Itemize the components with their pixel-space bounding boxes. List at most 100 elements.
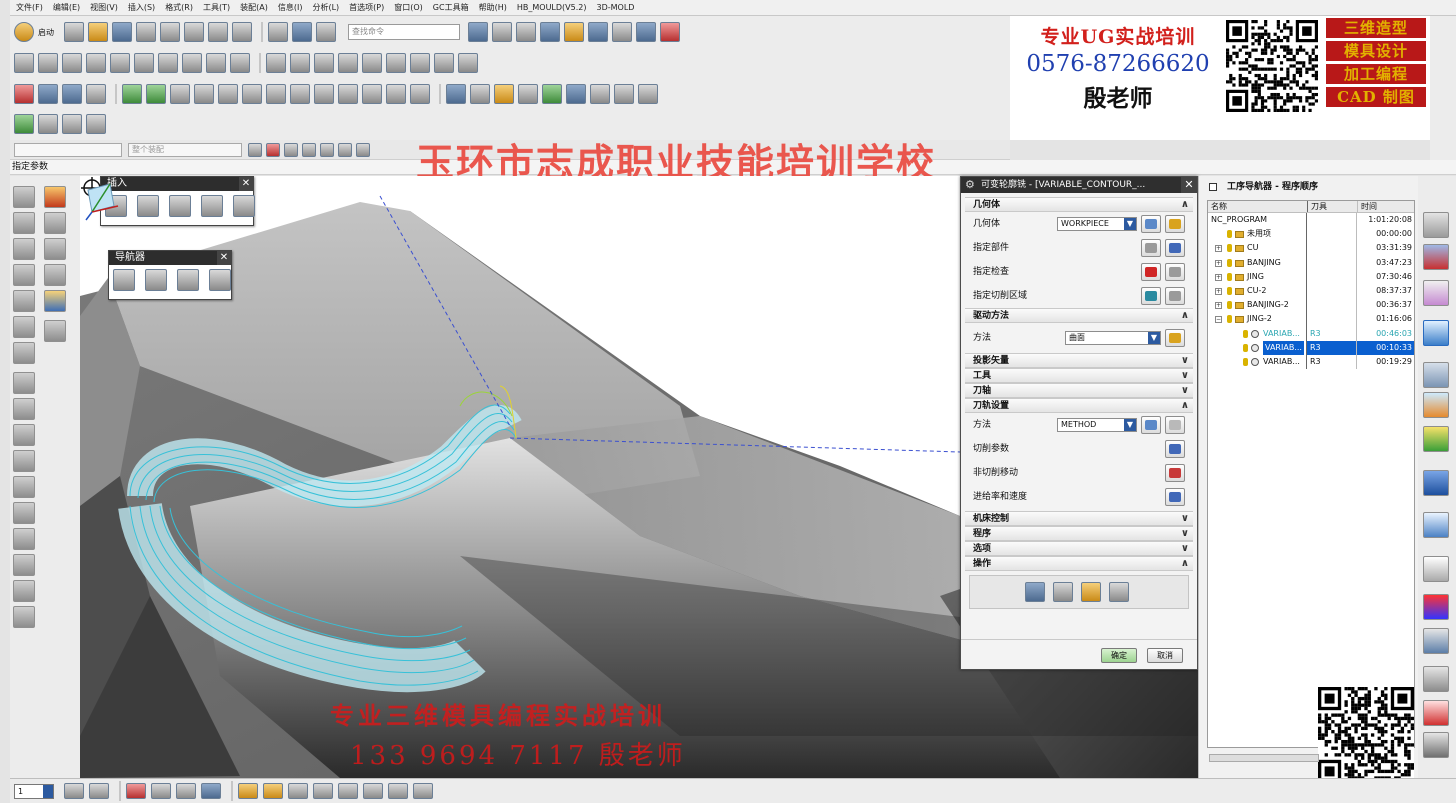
dialog-titlebar[interactable]: ⚙ 可变轮廓铣 - [VARIABLE_CONTOUR_... ✕ bbox=[961, 177, 1197, 193]
expand-toggle-icon[interactable]: + bbox=[1215, 259, 1222, 267]
edit-curve-icon[interactable] bbox=[13, 554, 35, 576]
postprocess-icon[interactable] bbox=[542, 84, 562, 104]
menu-item[interactable]: 3D-MOLD bbox=[596, 3, 634, 12]
geometry-dropdown[interactable]: WORKPIECE ▼ bbox=[1057, 217, 1137, 231]
generate-path-icon[interactable] bbox=[146, 84, 166, 104]
datum-csys-icon[interactable] bbox=[44, 290, 66, 312]
hd3d-tools-icon[interactable] bbox=[1423, 426, 1449, 452]
method-view-icon[interactable] bbox=[209, 269, 231, 291]
chevron-down-icon[interactable]: ∨ bbox=[1181, 542, 1189, 556]
split-body-icon[interactable] bbox=[290, 53, 310, 73]
save-wcs-icon[interactable] bbox=[201, 783, 221, 799]
start-button[interactable]: 启动 bbox=[38, 27, 54, 38]
circle-icon[interactable] bbox=[13, 264, 35, 286]
sketch-icon[interactable] bbox=[44, 320, 66, 342]
view-orient-icon[interactable] bbox=[86, 114, 106, 134]
replay-path-icon[interactable] bbox=[1053, 582, 1073, 602]
invert-blank-icon[interactable] bbox=[363, 783, 383, 799]
trim-curve-icon[interactable] bbox=[13, 502, 35, 524]
output-cls-icon[interactable] bbox=[266, 84, 286, 104]
cut-icon[interactable] bbox=[160, 22, 180, 42]
chevron-down-icon[interactable]: ∨ bbox=[1181, 384, 1189, 398]
offset-face-icon[interactable] bbox=[314, 53, 334, 73]
assign-icon[interactable] bbox=[38, 114, 58, 134]
snap-curve-icon[interactable] bbox=[302, 142, 316, 157]
text-icon[interactable] bbox=[13, 316, 35, 338]
horizontal-scrollbar[interactable] bbox=[1209, 754, 1319, 762]
column-header-tool[interactable]: 刀具 bbox=[1308, 201, 1358, 212]
snap-face-icon[interactable] bbox=[356, 142, 370, 157]
select-filter-icon[interactable] bbox=[266, 142, 280, 157]
section-tool-axis[interactable]: 刀轴 ∨ bbox=[965, 383, 1193, 398]
move-to-layer-icon[interactable] bbox=[89, 783, 109, 799]
ok-button[interactable]: 确定 bbox=[1101, 648, 1137, 663]
insert-palette-header[interactable]: 插入 ✕ bbox=[101, 177, 253, 191]
chevron-down-icon[interactable]: ∨ bbox=[1181, 512, 1189, 526]
pocket-icon[interactable] bbox=[110, 53, 130, 73]
create-tool-icon[interactable] bbox=[38, 84, 58, 104]
hole-icon[interactable] bbox=[62, 53, 82, 73]
rectangle-icon[interactable] bbox=[13, 238, 35, 260]
blank-icon[interactable] bbox=[313, 783, 333, 799]
chevron-down-icon[interactable] bbox=[43, 784, 53, 798]
orient-view-icon[interactable] bbox=[492, 22, 512, 42]
edit-method-wrench-icon[interactable] bbox=[1165, 416, 1185, 434]
section-program[interactable]: 程序 ∨ bbox=[965, 526, 1193, 541]
pull-face-icon[interactable] bbox=[410, 53, 430, 73]
display-cut-area-flashlight-icon[interactable] bbox=[1165, 287, 1185, 305]
datum-axis-icon[interactable] bbox=[44, 264, 66, 286]
edge-color-icon[interactable] bbox=[564, 22, 584, 42]
undo-icon[interactable] bbox=[268, 22, 288, 42]
boss-icon[interactable] bbox=[86, 53, 106, 73]
plus-icon[interactable] bbox=[44, 212, 66, 234]
mould-icon[interactable] bbox=[660, 22, 680, 42]
menu-item[interactable]: 信息(I) bbox=[278, 2, 303, 13]
project-curve-icon[interactable] bbox=[13, 398, 35, 420]
point-icon[interactable] bbox=[44, 186, 66, 208]
snap-box-icon[interactable] bbox=[338, 142, 352, 157]
section-geometry[interactable]: 几何体 ∧ bbox=[965, 197, 1193, 212]
chamfer-icon[interactable] bbox=[206, 53, 226, 73]
path-method-dropdown[interactable]: METHOD ▼ bbox=[1057, 418, 1137, 432]
expand-toggle-icon[interactable]: + bbox=[1215, 273, 1222, 281]
insert-rib-icon[interactable] bbox=[201, 195, 223, 217]
operation-icon[interactable] bbox=[590, 84, 610, 104]
table-row[interactable]: + BANJING 03:47:23 bbox=[1208, 255, 1414, 270]
measure-length-icon[interactable] bbox=[413, 783, 433, 799]
delete-face-icon[interactable] bbox=[362, 53, 382, 73]
section-actions[interactable]: 操作 ∧ bbox=[965, 556, 1193, 571]
chevron-down-icon[interactable]: ∨ bbox=[1181, 527, 1189, 541]
section-view-icon[interactable] bbox=[588, 22, 608, 42]
feeds-speeds-button[interactable] bbox=[1165, 488, 1185, 506]
trim-body-icon[interactable] bbox=[266, 53, 286, 73]
section-path-settings[interactable]: 刀轨设置 ∧ bbox=[965, 398, 1193, 413]
new-geometry-button[interactable] bbox=[1141, 215, 1161, 233]
copy-object-icon[interactable] bbox=[362, 84, 382, 104]
section-options[interactable]: 选项 ∨ bbox=[965, 541, 1193, 556]
program-view-icon[interactable] bbox=[113, 269, 135, 291]
arc-icon[interactable] bbox=[13, 212, 35, 234]
menu-item[interactable]: 装配(A) bbox=[240, 2, 268, 13]
assembly-navigator-icon[interactable] bbox=[1423, 212, 1449, 238]
shop-docs-icon[interactable] bbox=[566, 84, 586, 104]
spline-icon[interactable] bbox=[13, 290, 35, 312]
menu-item[interactable]: 帮助(H) bbox=[479, 2, 507, 13]
layer-settings-icon[interactable] bbox=[64, 783, 84, 799]
chevron-down-icon[interactable]: ▼ bbox=[1124, 218, 1136, 230]
display-object-icon[interactable] bbox=[410, 84, 430, 104]
process-studio-icon[interactable] bbox=[1423, 666, 1449, 692]
chevron-up-icon[interactable]: ∧ bbox=[1181, 557, 1189, 571]
table-row[interactable]: + JING 07:30:46 bbox=[1208, 269, 1414, 284]
chevron-up-icon[interactable]: ∧ bbox=[1181, 399, 1189, 413]
snap-center-icon[interactable] bbox=[320, 142, 334, 157]
resize-icon[interactable] bbox=[434, 53, 454, 73]
new-file-icon[interactable] bbox=[64, 22, 84, 42]
open-file-icon[interactable] bbox=[88, 22, 108, 42]
menu-item[interactable]: GC工具箱 bbox=[433, 2, 469, 13]
type-filter-dropdown[interactable] bbox=[14, 142, 122, 157]
table-row[interactable]: NC_PROGRAM 1:01:20:08 bbox=[1208, 213, 1414, 228]
menu-item[interactable]: 首选项(P) bbox=[349, 2, 384, 13]
close-icon[interactable]: ✕ bbox=[217, 251, 231, 265]
bridge-curve-icon[interactable] bbox=[13, 450, 35, 472]
pin-checkbox-icon[interactable] bbox=[1209, 183, 1217, 191]
